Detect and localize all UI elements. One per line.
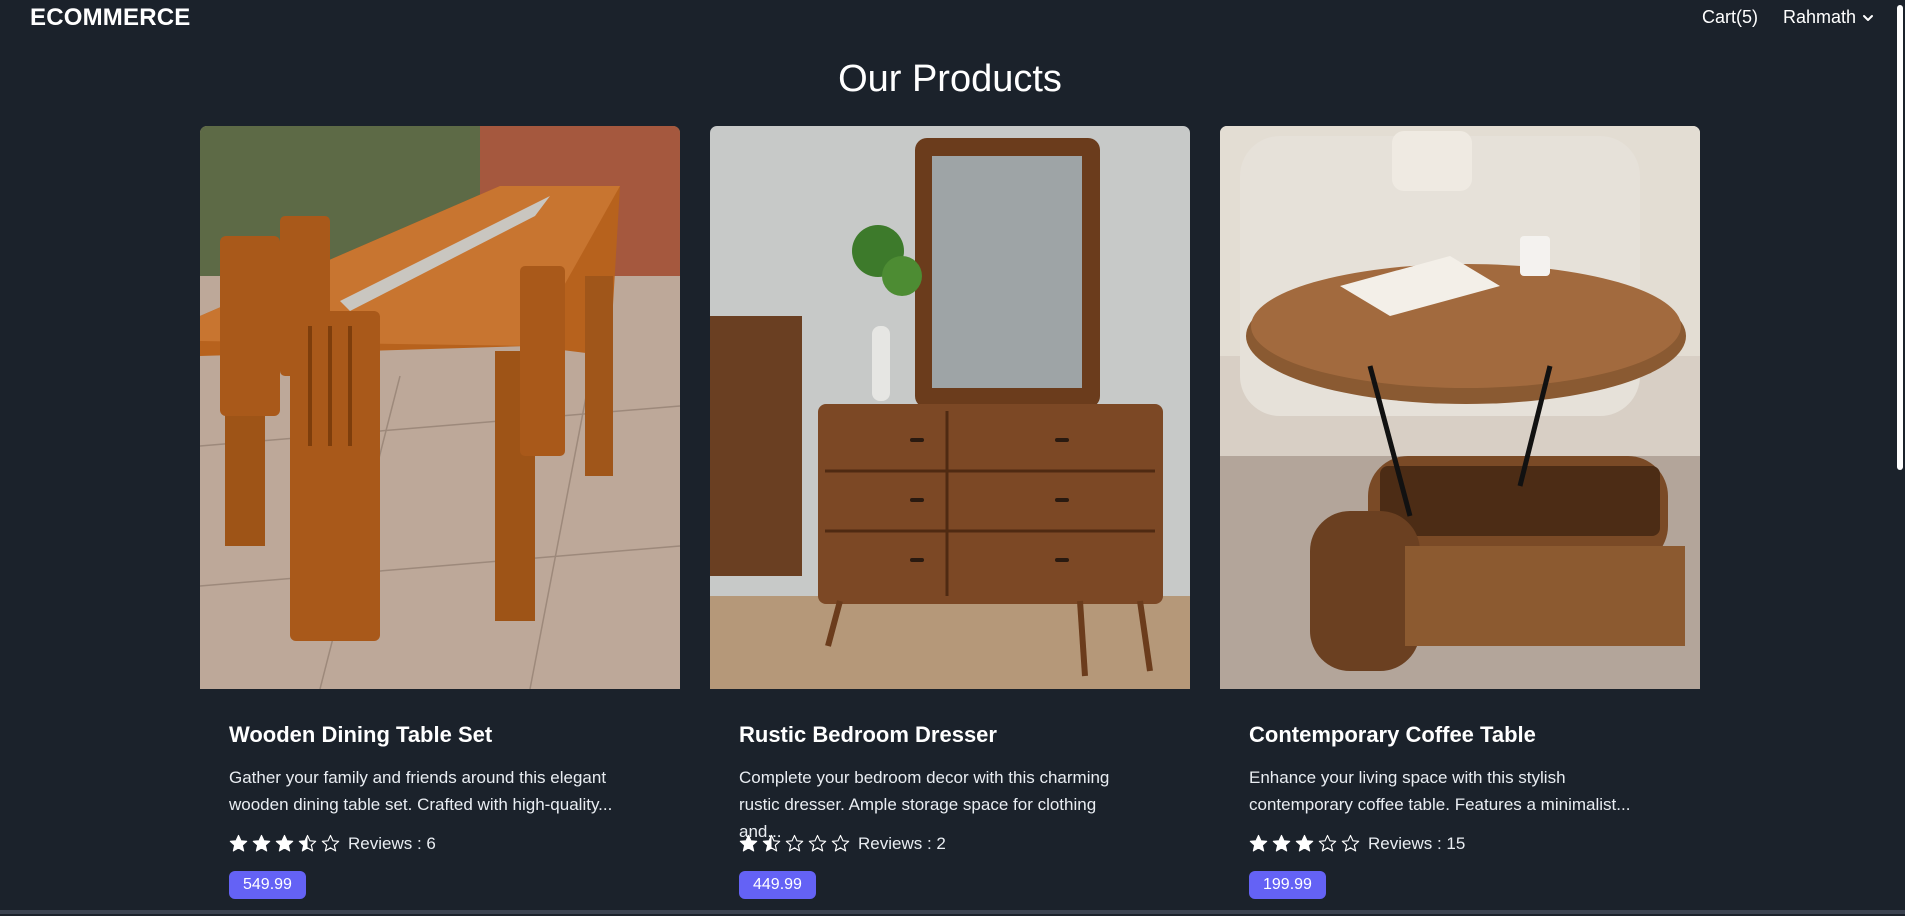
navbar: ECOMMERCE Cart(5) Rahmath — [0, 0, 1905, 36]
star-empty-icon — [1318, 834, 1337, 853]
user-name: Rahmath — [1783, 7, 1856, 28]
star-full-icon — [275, 834, 294, 853]
star-empty-icon — [808, 834, 827, 853]
product-image-coffee-table[interactable] — [1220, 126, 1700, 689]
brand-logo[interactable]: ECOMMERCE — [30, 4, 190, 32]
product-description: Gather your family and friends around th… — [229, 764, 629, 818]
product-image-dining-table[interactable] — [200, 126, 680, 689]
product-description: Complete your bedroom decor with this ch… — [739, 764, 1139, 845]
price-badge[interactable]: 199.99 — [1249, 871, 1326, 899]
star-full-icon — [1272, 834, 1291, 853]
product-title[interactable]: Contemporary Coffee Table — [1249, 722, 1536, 748]
product-description-line: Enhance your living space with this styl… — [1249, 764, 1649, 791]
star-full-icon — [1295, 834, 1314, 853]
rating-stars — [1249, 834, 1360, 853]
star-full-icon — [252, 834, 271, 853]
bottom-divider — [0, 910, 1905, 914]
star-empty-icon — [785, 834, 804, 853]
star-empty-icon — [831, 834, 850, 853]
user-menu[interactable]: Rahmath — [1783, 7, 1874, 28]
product-title[interactable]: Rustic Bedroom Dresser — [739, 722, 997, 748]
product-description-line: wooden dining table set. Crafted with hi… — [229, 791, 629, 818]
star-empty-icon — [1341, 834, 1360, 853]
reviews-count: Reviews : 6 — [348, 834, 436, 854]
scrollbar[interactable] — [1894, 0, 1905, 475]
price-badge[interactable]: 549.99 — [229, 871, 306, 899]
price-badge[interactable]: 449.99 — [739, 871, 816, 899]
product-description-line: contemporary coffee table. Features a mi… — [1249, 791, 1649, 818]
product-description: Enhance your living space with this styl… — [1249, 764, 1649, 818]
rating-stars — [739, 834, 850, 853]
scrollbar-thumb[interactable] — [1897, 5, 1903, 470]
rating-stars — [229, 834, 340, 853]
star-empty-icon — [321, 834, 340, 853]
cart-link[interactable]: Cart(5) — [1702, 7, 1758, 28]
star-half-icon — [298, 834, 317, 853]
chevron-down-icon — [1862, 12, 1874, 24]
product-card: Wooden Dining Table Set Gather your fami… — [200, 126, 680, 916]
product-description-line: Complete your bedroom decor with this ch… — [739, 764, 1139, 791]
star-full-icon — [739, 834, 758, 853]
star-full-icon — [229, 834, 248, 853]
product-card: Rustic Bedroom Dresser Complete your bed… — [710, 126, 1190, 916]
reviews-count: Reviews : 15 — [1368, 834, 1465, 854]
star-half-icon — [762, 834, 781, 853]
product-title[interactable]: Wooden Dining Table Set — [229, 722, 492, 748]
product-image-dresser[interactable] — [710, 126, 1190, 689]
product-card: Contemporary Coffee Table Enhance your l… — [1220, 126, 1700, 916]
star-full-icon — [1249, 834, 1268, 853]
page-title: Our Products — [0, 58, 1900, 101]
reviews-count: Reviews : 2 — [858, 834, 946, 854]
product-description-line: Gather your family and friends around th… — [229, 764, 629, 791]
